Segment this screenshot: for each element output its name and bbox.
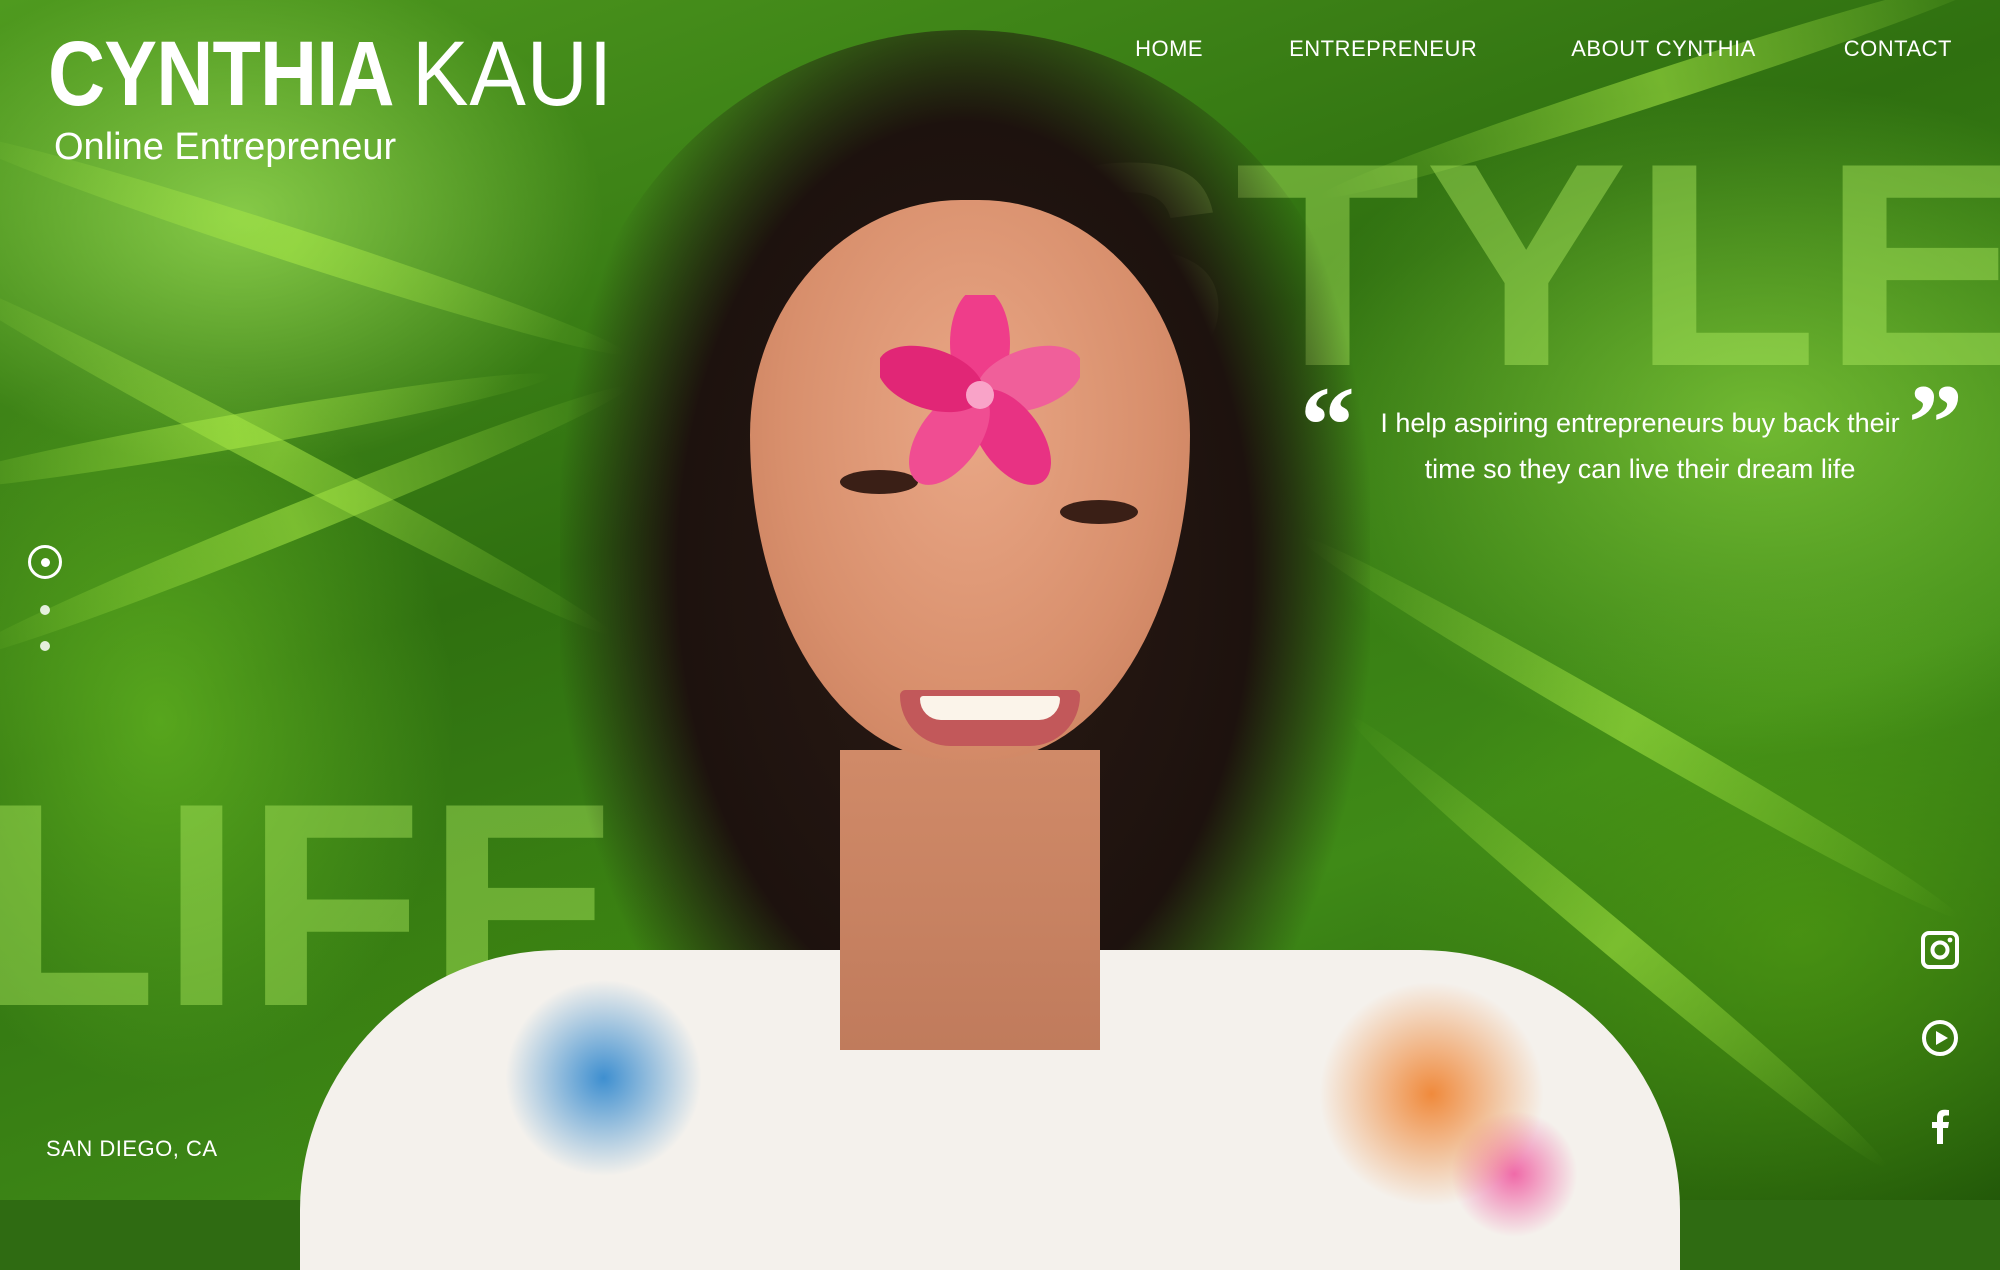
brand-logo[interactable]: CYNTHIA KAUI Online Entrepreneur: [48, 28, 631, 166]
slider-dot-1-active[interactable]: [28, 545, 62, 579]
facebook-icon[interactable]: [1920, 1106, 1960, 1146]
nav-entrepreneur[interactable]: ENTREPRENEUR: [1289, 36, 1477, 62]
brand-first-name: CYNTHIA: [48, 23, 394, 125]
brand-name: CYNTHIA KAUI: [48, 28, 631, 120]
youtube-icon[interactable]: [1920, 1018, 1960, 1058]
portrait-photo: [300, 30, 1680, 1270]
social-links: [1920, 930, 1960, 1146]
hero-quote: I help aspiring entrepreneurs buy back t…: [1380, 408, 1900, 484]
location-label: SAN DIEGO, CA: [46, 1136, 218, 1161]
instagram-icon[interactable]: [1920, 930, 1960, 970]
quote-close-mark: ”: [1908, 362, 1963, 484]
flower-icon: [880, 295, 1080, 485]
nav-contact[interactable]: CONTACT: [1844, 36, 1952, 62]
nav-home[interactable]: HOME: [1135, 36, 1203, 62]
slider-dot-3[interactable]: [40, 641, 50, 651]
main-nav: HOME ENTREPRENEUR ABOUT CYNTHIA CONTACT: [1135, 36, 1952, 62]
brand-last-name: KAUI: [411, 23, 614, 125]
brand-tagline: Online Entrepreneur: [54, 126, 397, 168]
quote-open-mark: “: [1300, 364, 1355, 486]
nav-about-cynthia[interactable]: ABOUT CYNTHIA: [1571, 36, 1756, 62]
slider-dots: [28, 545, 62, 651]
slider-dot-2[interactable]: [40, 605, 50, 615]
